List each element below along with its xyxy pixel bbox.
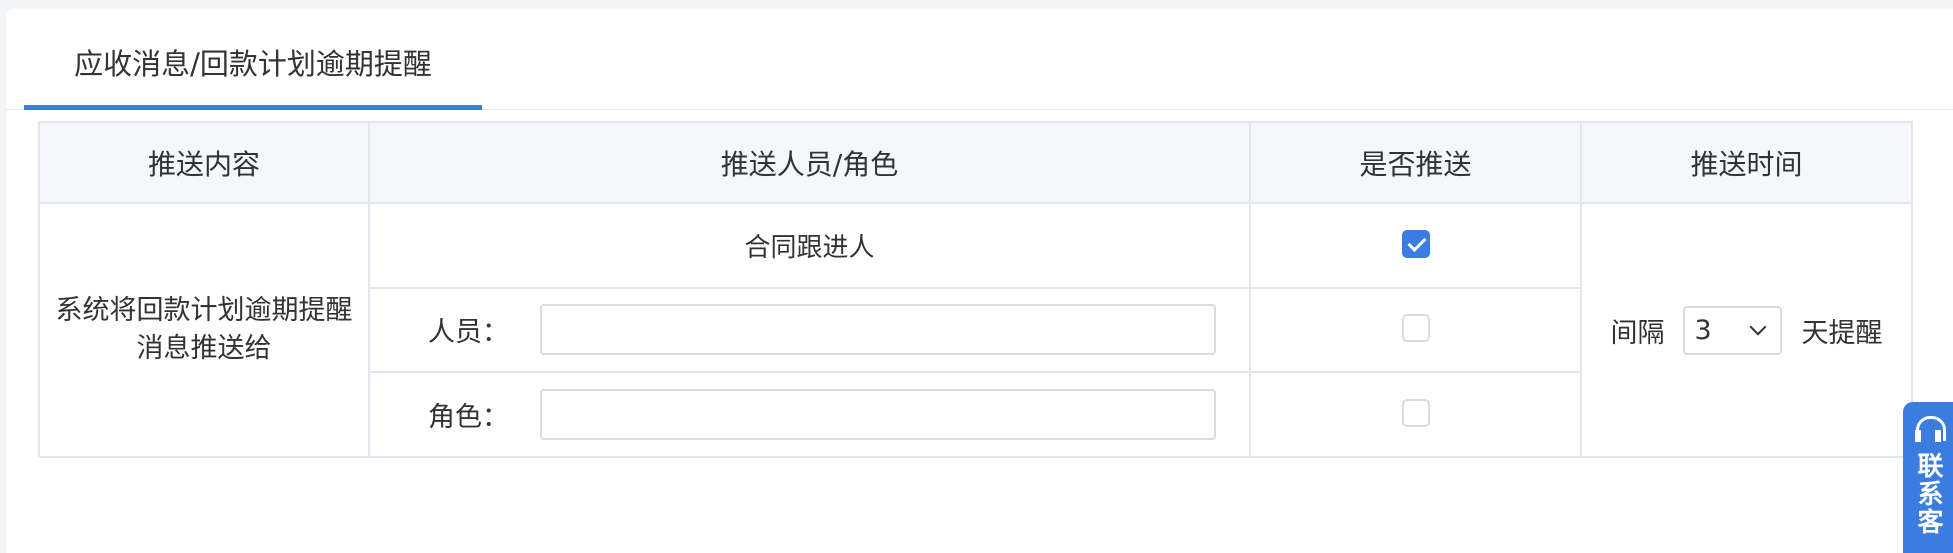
contact-support-label: 联系客 (1913, 452, 1943, 536)
push-checkbox-staff[interactable] (1401, 314, 1430, 343)
contact-support-button[interactable]: 联系客 (1903, 402, 1953, 553)
tab-overdue-reminder[interactable]: 应收消息/回款计划逾期提醒 (24, 9, 482, 110)
staff-field-cell: 人员： (368, 286, 1251, 374)
recipient-contract-follower: 合同跟进人 (368, 202, 1251, 289)
interval-days-select[interactable]: 3 (1682, 305, 1782, 355)
tab-bar: 应收消息/回款计划逾期提醒 (6, 9, 1953, 110)
push-content-cell: 系统将回款计划逾期提醒 消息推送给 (38, 202, 370, 458)
header-push-content: 推送内容 (38, 121, 370, 204)
tab-label: 应收消息/回款计划逾期提醒 (74, 46, 432, 81)
active-tab-indicator (24, 105, 482, 110)
push-time-cell: 间隔 3 天提醒 (1580, 202, 1913, 458)
push-checkbox-cell (1249, 286, 1582, 374)
header-push-time: 推送时间 (1580, 121, 1913, 204)
chevron-down-icon (1749, 318, 1766, 336)
push-settings-table: 推送内容 推送人员/角色 是否推送 推送时间 系统将回款计划逾期提醒 消息推送给… (38, 121, 1913, 458)
interval-suffix: 天提醒 (1801, 317, 1883, 349)
staff-input[interactable] (540, 304, 1216, 356)
table-row: 系统将回款计划逾期提醒 消息推送给 合同跟进人 间隔 3 天提醒 (38, 202, 1913, 458)
push-content-line2: 消息推送给 (136, 333, 272, 364)
push-checkbox-cell (1249, 371, 1582, 458)
push-checkbox-follower[interactable] (1401, 229, 1430, 258)
header-push-recipients: 推送人员/角色 (368, 121, 1251, 204)
header-push-enabled: 是否推送 (1249, 121, 1582, 204)
staff-label: 人员： (428, 317, 509, 349)
role-label: 角色： (428, 402, 509, 434)
role-field-cell: 角色： (368, 371, 1251, 458)
headset-icon (1913, 414, 1946, 444)
push-checkbox-role[interactable] (1401, 399, 1430, 428)
interval-prefix: 间隔 (1610, 317, 1665, 349)
role-input[interactable] (540, 389, 1216, 441)
push-checkbox-cell (1249, 202, 1582, 289)
table-header-row: 推送内容 推送人员/角色 是否推送 推送时间 (38, 121, 1913, 204)
push-content-line1: 系统将回款计划逾期提醒 (55, 295, 353, 326)
interval-days-value: 3 (1694, 314, 1712, 346)
